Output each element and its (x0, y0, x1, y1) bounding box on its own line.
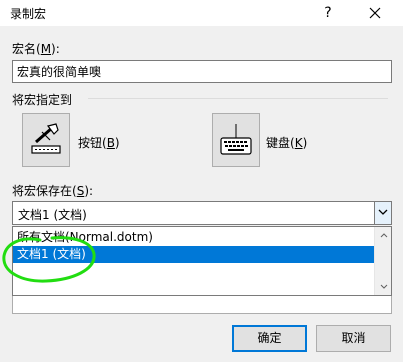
dropdown-toggle[interactable] (374, 202, 391, 224)
description-textarea[interactable] (12, 296, 392, 314)
options-scrollbar[interactable] (374, 227, 391, 295)
record-macro-dialog: 录制宏 ? 宏名(M): 将宏指定到 按钮(B) (0, 0, 403, 362)
assign-to-keyboard-label: 键盘(K) (266, 136, 308, 150)
keyboard-icon (220, 124, 252, 155)
group-divider (88, 98, 388, 99)
scroll-down-button[interactable] (375, 278, 392, 295)
ok-button[interactable]: 确定 (232, 325, 307, 352)
assign-to-button-label: 按钮(B) (78, 136, 120, 150)
close-icon (369, 7, 381, 19)
store-macro-select[interactable]: 文档1 (文档) (12, 201, 392, 225)
store-macro-label: 将宏保存在(S): (12, 184, 94, 198)
close-button[interactable] (365, 3, 385, 23)
macro-name-label: 宏名(M): (12, 42, 60, 56)
scroll-up-button[interactable] (375, 227, 392, 244)
title-bar: 录制宏 ? (0, 0, 403, 26)
macro-button-icon (31, 123, 61, 154)
chevron-down-icon (380, 284, 387, 289)
dialog-title: 录制宏 (10, 7, 47, 21)
macro-name-input[interactable] (12, 60, 392, 83)
chevron-down-icon (378, 209, 388, 215)
cancel-button[interactable]: 取消 (316, 325, 391, 352)
chevron-up-icon (380, 233, 387, 238)
assign-macro-group-label: 将宏指定到 (12, 93, 73, 107)
store-macro-options-list: 所有文档(Normal.dotm) 文档1 (文档) (12, 226, 392, 296)
store-macro-selected-value: 文档1 (文档) (18, 208, 87, 222)
assign-to-keyboard-button[interactable] (212, 113, 260, 167)
help-button[interactable]: ? (318, 3, 338, 23)
assign-to-button-button[interactable] (22, 113, 70, 167)
option-document1[interactable]: 文档1 (文档) (13, 246, 376, 263)
option-all-documents[interactable]: 所有文档(Normal.dotm) (13, 229, 376, 246)
